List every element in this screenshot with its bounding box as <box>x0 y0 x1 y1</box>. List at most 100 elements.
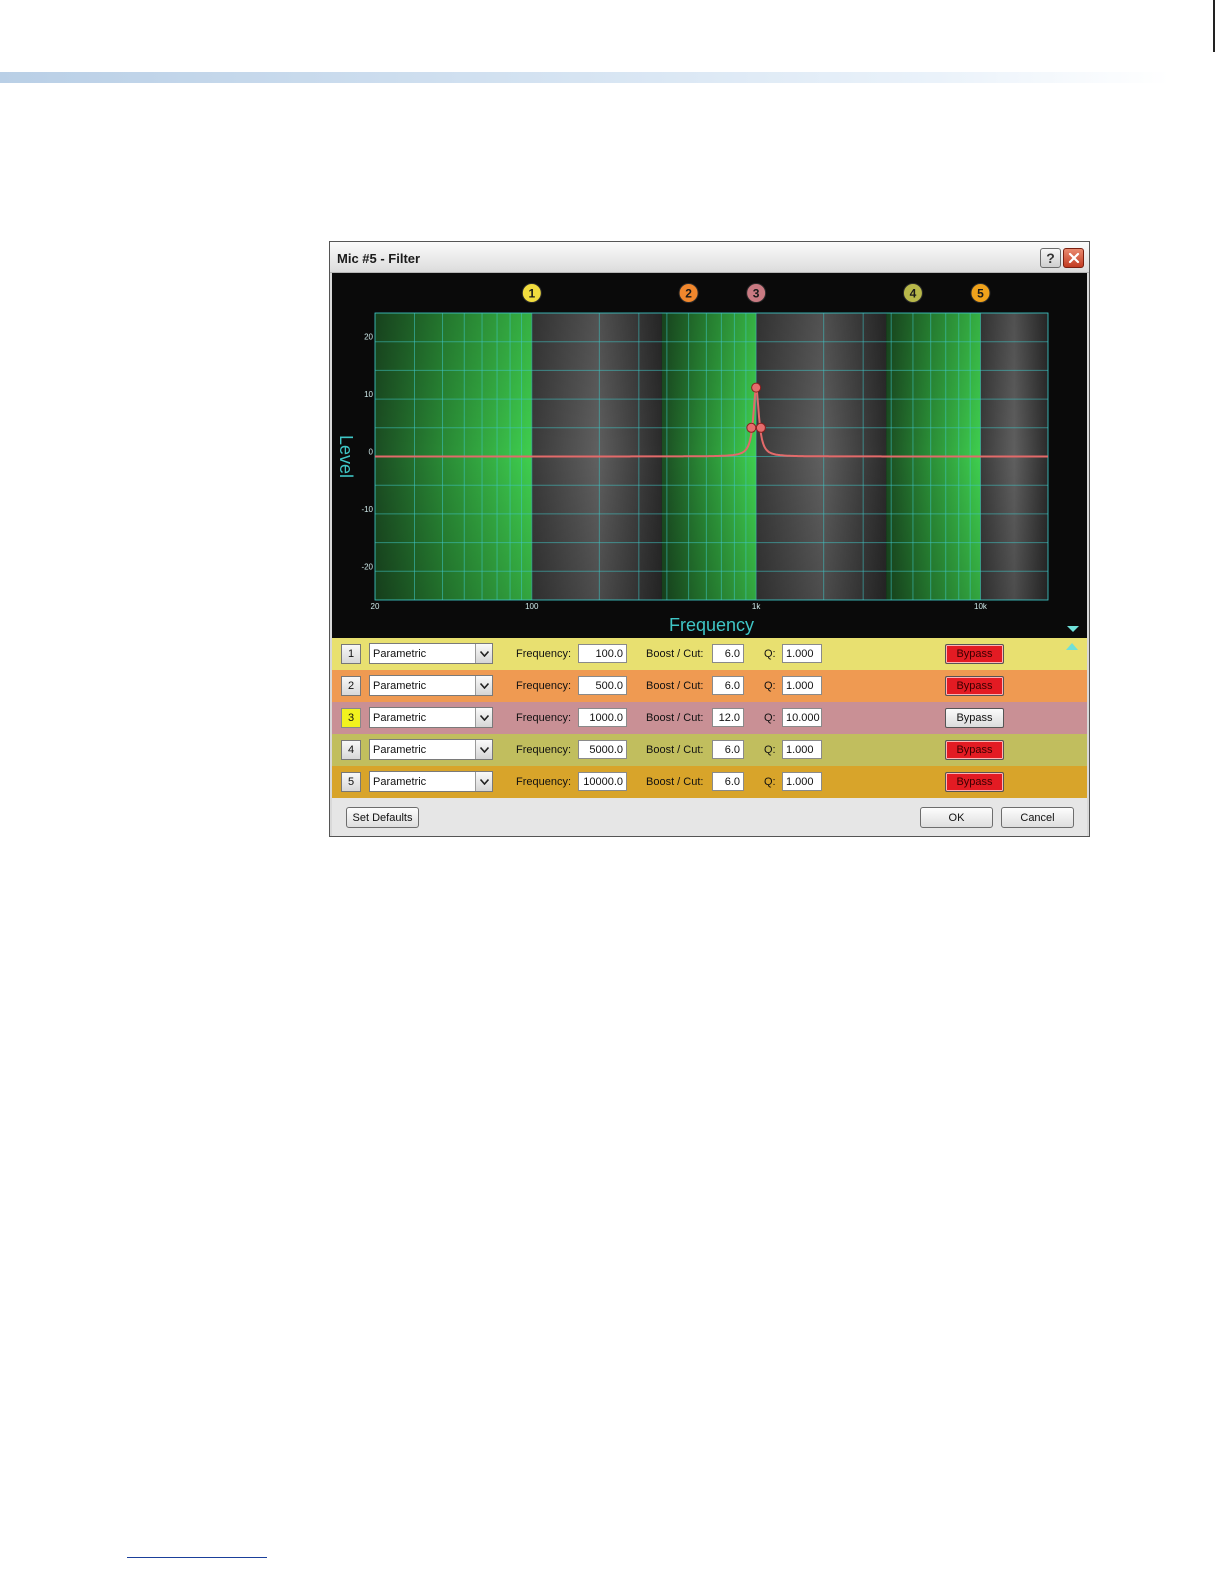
band-number: 4 <box>347 744 355 756</box>
band-marker-label: 2 <box>685 287 692 301</box>
band-number: 1 <box>347 648 355 660</box>
q-input[interactable]: 10.000 <box>782 708 822 727</box>
filter-type-select[interactable]: Parametric <box>369 707 493 728</box>
q-input[interactable]: 1.000 <box>782 740 822 759</box>
frequency-input[interactable]: 5000.0 <box>578 740 627 759</box>
y-tick-label: 0 <box>369 448 374 457</box>
bypass-label: Bypass <box>956 776 993 788</box>
bypass-label: Bypass <box>956 744 993 756</box>
boost-cut-label: Boost / Cut: <box>646 648 704 660</box>
y-axis-label: Level <box>336 435 356 478</box>
close-icon <box>1068 252 1079 264</box>
bypass-button[interactable]: Bypass <box>945 676 1004 696</box>
collapse-arrow-icon[interactable] <box>1067 626 1079 632</box>
bypass-button[interactable]: Bypass <box>945 740 1004 760</box>
ok-button[interactable]: OK <box>920 807 993 828</box>
x-axis-label: Frequency <box>669 615 754 635</box>
q-label: Q: <box>764 776 776 788</box>
q-label: Q: <box>764 744 776 756</box>
chevron-down-icon[interactable] <box>475 644 492 663</box>
filter-type-select[interactable]: Parametric <box>369 675 493 696</box>
frequency-input[interactable]: 500.0 <box>578 676 627 695</box>
filter-row: 3 Parametric Frequency: 1000.0 Boost / Cut: 1… <box>332 702 1087 734</box>
frequency-input[interactable]: 1000.0 <box>578 708 627 727</box>
frequency-label: Frequency: <box>516 712 572 724</box>
x-tick-label: 20 <box>371 602 380 611</box>
scroll-up-icon[interactable] <box>1066 643 1078 650</box>
band-select-button[interactable]: 5 <box>341 772 361 792</box>
dialog-title: Mic #5 - Filter <box>337 251 421 266</box>
boost-cut-label: Boost / Cut: <box>646 744 704 756</box>
boost-cut-label: Boost / Cut: <box>646 712 704 724</box>
filter-type-select[interactable]: Parametric <box>369 771 493 792</box>
bypass-label: Bypass <box>956 680 993 692</box>
q-input[interactable]: 1.000 <box>782 676 822 695</box>
band-marker-label: 5 <box>977 287 984 301</box>
eq-chart[interactable]: 20 100 1k 10k20100-10-20FrequencyLevel1 2 3 4 5 <box>332 273 1087 638</box>
frequency-label: Frequency: <box>516 744 572 756</box>
q-label: Q: <box>764 680 776 692</box>
bypass-button[interactable]: Bypass <box>945 644 1004 664</box>
filter-type-value: Parametric <box>373 648 427 660</box>
bypass-label: Bypass <box>956 648 993 660</box>
boost-cut-input[interactable]: 6.0 <box>712 772 744 791</box>
filter-type-value: Parametric <box>373 712 427 724</box>
q-input[interactable]: 1.000 <box>782 772 822 791</box>
band-select-button[interactable]: 3 <box>341 708 361 728</box>
boost-cut-input[interactable]: 6.0 <box>712 644 744 663</box>
y-tick-label: -10 <box>361 505 373 514</box>
filter-row: 4 Parametric Frequency: 5000.0 Boost / Cut: 6… <box>332 734 1087 766</box>
q-input[interactable]: 1.000 <box>782 644 822 663</box>
filter-type-value: Parametric <box>373 680 427 692</box>
band-select-button[interactable]: 1 <box>341 644 361 664</box>
help-icon: ? <box>1046 250 1055 266</box>
curve-handle[interactable] <box>751 382 762 393</box>
filter-type-select[interactable]: Parametric <box>369 739 493 760</box>
band-marker-label: 4 <box>910 287 917 301</box>
filter-dialog: Mic #5 - Filter ? 20 100 1k 10k 20 10 0 -10 -20 F… <box>329 241 1090 837</box>
band-number: 2 <box>347 680 355 692</box>
eq-graph[interactable]: 20 100 1k 10k 20 10 0 -10 -20 Frequency Level 1 2 3 4 5 <box>332 273 1087 638</box>
boost-cut-input[interactable]: 6.0 <box>712 676 744 695</box>
dialog-footer: Set Defaults OK Cancel <box>332 798 1087 836</box>
filter-type-select[interactable]: Parametric <box>369 643 493 664</box>
close-button[interactable] <box>1063 248 1084 268</box>
frequency-label: Frequency: <box>516 776 572 788</box>
help-button[interactable]: ? <box>1040 248 1061 268</box>
chevron-down-icon[interactable] <box>475 740 492 759</box>
frequency-input[interactable]: 100.0 <box>578 644 627 663</box>
frequency-label: Frequency: <box>516 648 572 660</box>
cancel-label: Cancel <box>1020 811 1055 824</box>
boost-cut-input[interactable]: 6.0 <box>712 740 744 759</box>
filter-type-value: Parametric <box>373 744 427 756</box>
ok-label: OK <box>948 811 965 824</box>
boost-cut-label: Boost / Cut: <box>646 776 704 788</box>
bypass-button[interactable]: Bypass <box>945 708 1004 728</box>
bypass-button[interactable]: Bypass <box>945 772 1004 792</box>
boost-cut-label: Boost / Cut: <box>646 680 704 692</box>
filter-type-value: Parametric <box>373 776 427 788</box>
chevron-down-icon[interactable] <box>475 708 492 727</box>
band-marker-label: 3 <box>753 287 760 301</box>
chevron-down-icon[interactable] <box>475 772 492 791</box>
bypass-label: Bypass <box>956 712 993 724</box>
band-marker-label: 1 <box>528 287 535 301</box>
y-tick-label: 20 <box>364 333 373 342</box>
filter-rows: 1 Parametric Frequency: 100.0 Boost / Cut: 6.… <box>332 638 1087 798</box>
band-select-button[interactable]: 2 <box>341 676 361 696</box>
boost-cut-input[interactable]: 12.0 <box>712 708 744 727</box>
chevron-down-icon[interactable] <box>475 676 492 695</box>
cancel-button[interactable]: Cancel <box>1001 807 1074 828</box>
x-tick-label: 100 <box>525 602 539 611</box>
q-label: Q: <box>764 648 776 660</box>
filter-row: 1 Parametric Frequency: 100.0 Boost / Cut: 6.… <box>332 638 1087 670</box>
title-bar: Mic #5 - Filter ? <box>330 242 1089 273</box>
page-footer-link[interactable] <box>127 1557 267 1558</box>
band-select-button[interactable]: 4 <box>341 740 361 760</box>
curve-handle[interactable] <box>746 422 757 433</box>
page-header-rule <box>0 72 1170 83</box>
set-defaults-button[interactable]: Set Defaults <box>346 807 419 828</box>
band-number: 5 <box>347 776 355 788</box>
curve-handle[interactable] <box>755 422 766 433</box>
frequency-input[interactable]: 10000.0 <box>578 772 627 791</box>
